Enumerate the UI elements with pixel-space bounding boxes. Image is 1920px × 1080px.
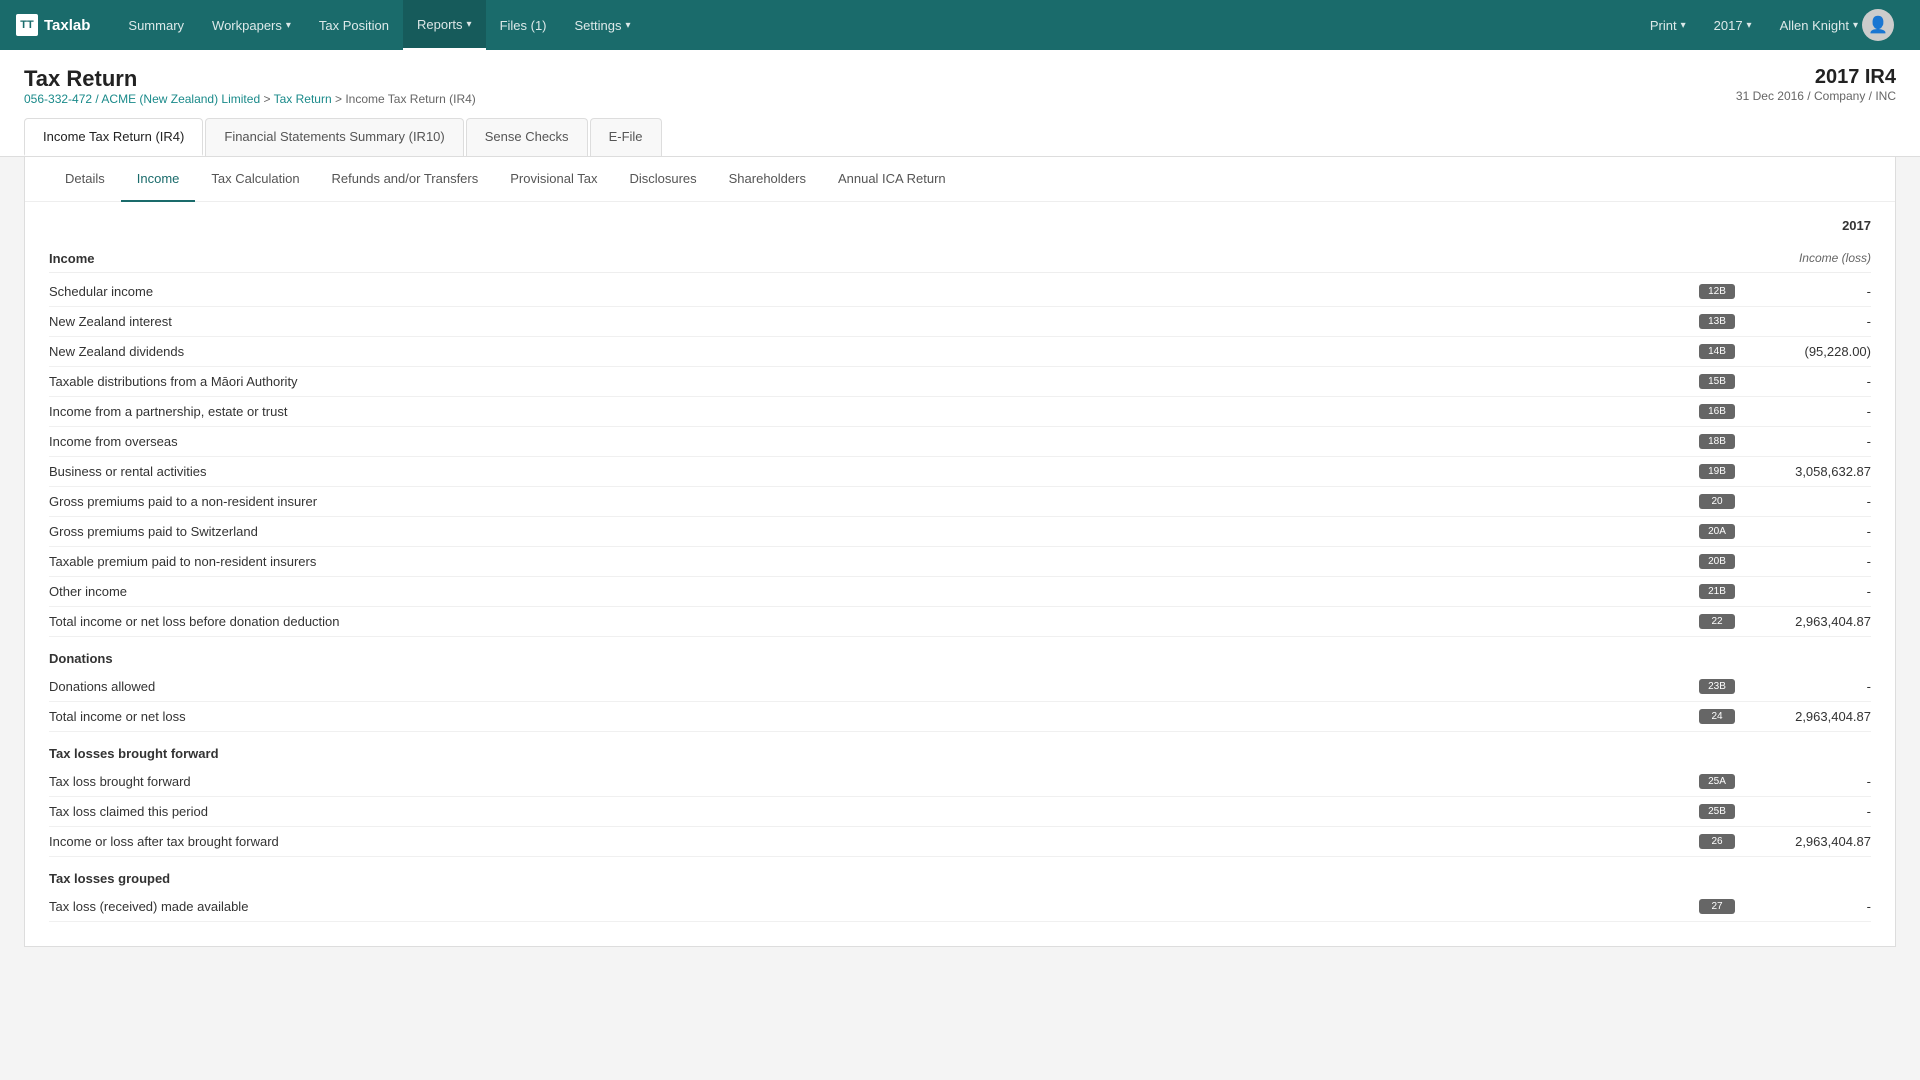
main-tabs: Income Tax Return (IR4) Financial Statem… [24, 118, 1896, 156]
badge-12b: 12B [1699, 284, 1735, 299]
tab-financial-statements[interactable]: Financial Statements Summary (IR10) [205, 118, 463, 156]
badge-25a: 25A [1699, 774, 1735, 789]
row-income-overseas: Income from overseas 18B - [49, 427, 1871, 457]
income-section-header: Income Income (loss) [49, 241, 1871, 273]
row-schedular-income: Schedular income 12B - [49, 277, 1871, 307]
topnav-right: Print ▾ 2017 ▾ Allen Knight ▾ 👤 [1640, 0, 1904, 50]
tax-losses-grouped-title: Tax losses grouped [49, 857, 1871, 892]
print-caret: ▾ [1681, 20, 1686, 31]
row-gross-premiums-nonresident: Gross premiums paid to a non-resident in… [49, 487, 1871, 517]
user-menu[interactable]: Allen Knight ▾ 👤 [1770, 0, 1904, 50]
badge-20a: 20A [1699, 524, 1735, 539]
inner-panel: Details Income Tax Calculation Refunds a… [24, 157, 1896, 947]
print-button[interactable]: Print ▾ [1640, 0, 1696, 50]
row-nz-dividends: New Zealand dividends 14B (95,228.00) [49, 337, 1871, 367]
donations-section-title: Donations [49, 637, 1871, 672]
income-col-label: Income (loss) [1799, 251, 1871, 266]
nav-files[interactable]: Files (1) [486, 0, 561, 50]
sub-tabs: Details Income Tax Calculation Refunds a… [25, 157, 1895, 202]
tax-losses-forward-title: Tax losses brought forward [49, 732, 1871, 767]
badge-20: 20 [1699, 494, 1735, 509]
subtab-tax-calculation[interactable]: Tax Calculation [195, 157, 315, 202]
row-maori-authority: Taxable distributions from a Māori Autho… [49, 367, 1871, 397]
badge-18b: 18B [1699, 434, 1735, 449]
workpapers-caret: ▾ [286, 20, 291, 31]
year-header: 2017 [49, 202, 1871, 241]
badge-26: 26 [1699, 834, 1735, 849]
row-taxable-premium: Taxable premium paid to non-resident ins… [49, 547, 1871, 577]
badge-19b: 19B [1699, 464, 1735, 479]
subtab-refunds[interactable]: Refunds and/or Transfers [316, 157, 495, 202]
breadcrumb-company[interactable]: 056-332-472 / ACME (New Zealand) Limited [24, 92, 260, 106]
row-donations-allowed: Donations allowed 23B - [49, 672, 1871, 702]
doc-info: 2017 IR4 31 Dec 2016 / Company / INC [1736, 66, 1896, 103]
row-income-after-tax-forward: Income or loss after tax brought forward… [49, 827, 1871, 857]
row-other-income: Other income 21B - [49, 577, 1871, 607]
user-caret: ▾ [1853, 20, 1858, 31]
doc-sub: 31 Dec 2016 / Company / INC [1736, 89, 1896, 103]
page-title: Tax Return [24, 66, 476, 92]
subtab-income[interactable]: Income [121, 157, 196, 202]
income-section-title: Income [49, 251, 95, 266]
badge-15b: 15B [1699, 374, 1735, 389]
badge-22: 22 [1699, 614, 1735, 629]
breadcrumb-current: Income Tax Return (IR4) [345, 92, 476, 106]
top-navigation: TT Taxlab Summary Workpapers ▾ Tax Posit… [0, 0, 1920, 50]
row-total-income-before-donation: Total income or net loss before donation… [49, 607, 1871, 637]
badge-27: 27 [1699, 899, 1735, 914]
badge-20b: 20B [1699, 554, 1735, 569]
logo-box: TT [16, 14, 38, 36]
nav-summary[interactable]: Summary [114, 0, 198, 50]
settings-caret: ▾ [626, 20, 631, 31]
row-business-rental: Business or rental activities 19B 3,058,… [49, 457, 1871, 487]
nav-reports[interactable]: Reports ▾ [403, 0, 486, 50]
row-tax-loss-received: Tax loss (received) made available 27 - [49, 892, 1871, 922]
badge-24: 24 [1699, 709, 1735, 724]
brand-name: Taxlab [44, 17, 90, 34]
nav-tax-position[interactable]: Tax Position [305, 0, 403, 50]
nav-workpapers[interactable]: Workpapers ▾ [198, 0, 305, 50]
reports-caret: ▾ [467, 19, 472, 30]
row-nz-interest: New Zealand interest 13B - [49, 307, 1871, 337]
badge-25b: 25B [1699, 804, 1735, 819]
nav-settings[interactable]: Settings ▾ [561, 0, 645, 50]
row-partnership-estate: Income from a partnership, estate or tru… [49, 397, 1871, 427]
year-selector[interactable]: 2017 ▾ [1704, 0, 1762, 50]
app-logo[interactable]: TT Taxlab [16, 14, 90, 36]
doc-id: 2017 IR4 [1736, 66, 1896, 89]
badge-14b: 14B [1699, 344, 1735, 359]
breadcrumb-return[interactable]: Tax Return [274, 92, 332, 106]
tab-efile[interactable]: E-File [590, 118, 662, 156]
subtab-provisional-tax[interactable]: Provisional Tax [494, 157, 613, 202]
main-content: Details Income Tax Calculation Refunds a… [0, 157, 1920, 971]
badge-13b: 13B [1699, 314, 1735, 329]
badge-21b: 21B [1699, 584, 1735, 599]
tab-sense-checks[interactable]: Sense Checks [466, 118, 588, 156]
page-header: Tax Return 056-332-472 / ACME (New Zeala… [0, 50, 1920, 157]
subtab-shareholders[interactable]: Shareholders [713, 157, 822, 202]
row-tax-loss-claimed: Tax loss claimed this period 25B - [49, 797, 1871, 827]
row-total-income-net-loss: Total income or net loss 24 2,963,404.87 [49, 702, 1871, 732]
subtab-disclosures[interactable]: Disclosures [613, 157, 712, 202]
breadcrumb: 056-332-472 / ACME (New Zealand) Limited… [24, 92, 476, 106]
table-content: 2017 Income Income (loss) Schedular inco… [25, 202, 1895, 946]
badge-23b: 23B [1699, 679, 1735, 694]
user-avatar: 👤 [1862, 9, 1894, 41]
badge-16b: 16B [1699, 404, 1735, 419]
row-tax-loss-brought-forward: Tax loss brought forward 25A - [49, 767, 1871, 797]
row-gross-premiums-switzerland: Gross premiums paid to Switzerland 20A - [49, 517, 1871, 547]
subtab-details[interactable]: Details [49, 157, 121, 202]
subtab-annual-ica[interactable]: Annual ICA Return [822, 157, 962, 202]
year-caret: ▾ [1747, 20, 1752, 31]
tab-income-tax-return[interactable]: Income Tax Return (IR4) [24, 118, 203, 156]
